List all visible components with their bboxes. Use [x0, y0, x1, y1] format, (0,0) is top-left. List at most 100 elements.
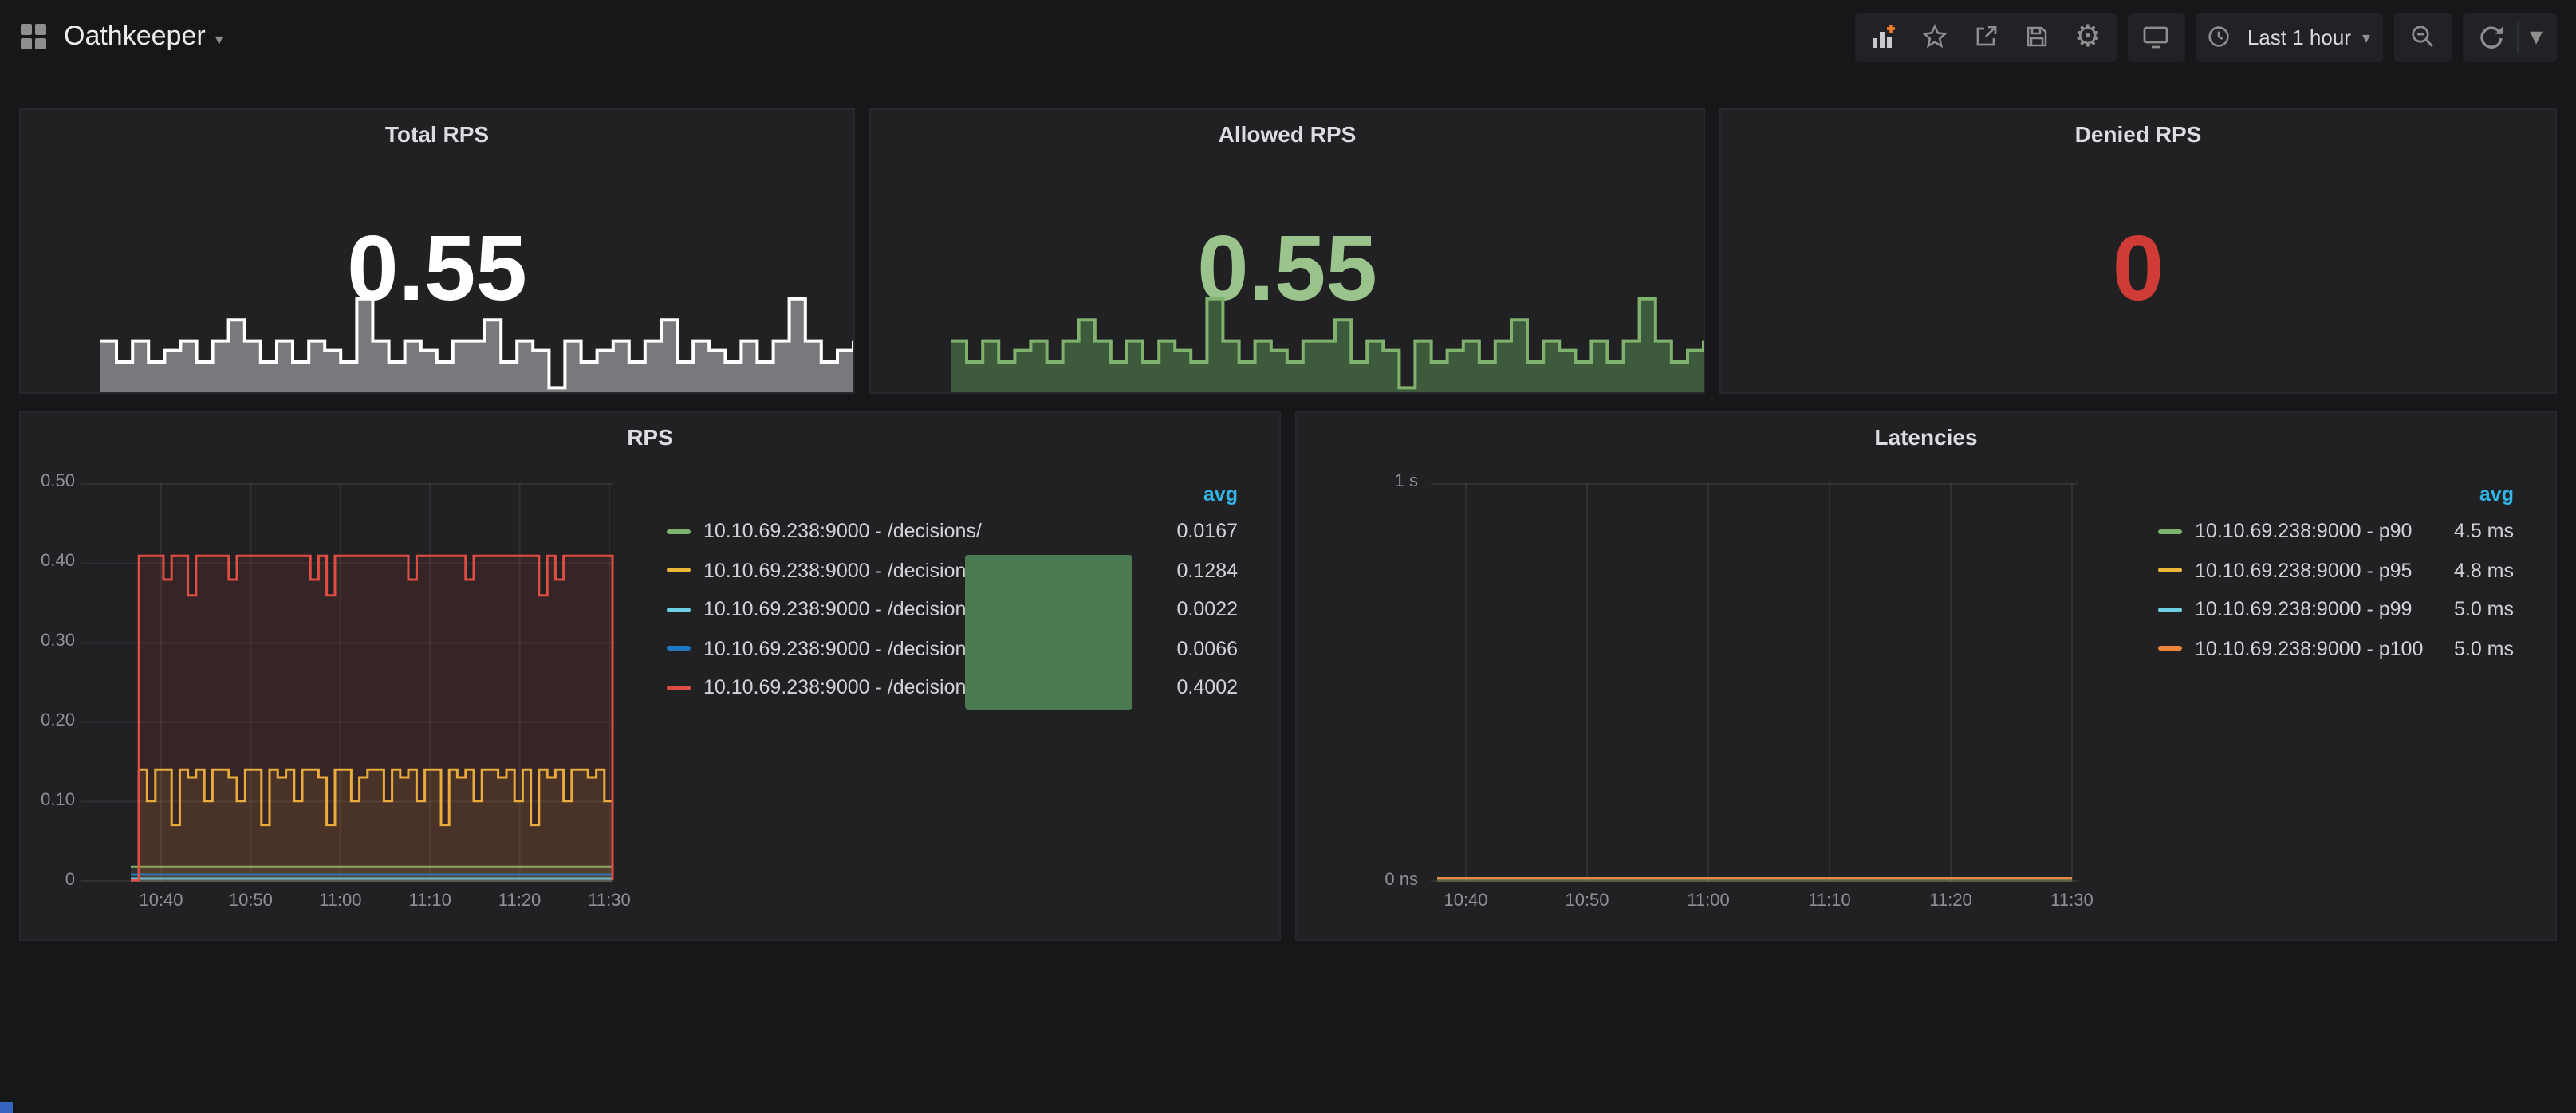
kiosk-mode-group	[2128, 12, 2185, 61]
legend-color-dash[interactable]	[2158, 529, 2182, 534]
panel-latencies: Latencies avg 10.10.69.238:9000 - p90 4.5…	[1295, 411, 2557, 941]
clock-icon	[2200, 12, 2238, 61]
add-panel-button[interactable]	[1858, 12, 1909, 61]
x-axis-label: 10:50	[211, 891, 290, 910]
time-range-label: Last 1 hour	[2247, 25, 2351, 49]
x-axis-label: 10:50	[1547, 891, 1627, 910]
stat-value: 0	[1721, 215, 2555, 322]
legend-avg-value: 4.5 ms	[2454, 521, 2514, 543]
legend-color-dash[interactable]	[2158, 647, 2182, 651]
y-axis-label: 1 s	[1297, 472, 1418, 491]
y-axis-label: 0.30	[21, 631, 75, 651]
legend-color-dash[interactable]	[667, 647, 691, 651]
apps-grid-icon[interactable]	[19, 22, 48, 51]
rps-legend: avg 10.10.69.238:9000 - /decisions/0.016…	[667, 477, 1238, 707]
latencies-graph-area[interactable]	[1431, 483, 2078, 882]
y-axis-label: 0	[21, 871, 75, 890]
panel-title[interactable]: Allowed RPS	[871, 110, 1704, 147]
x-axis-label: 10:40	[1426, 891, 1506, 910]
legend-series-name[interactable]: 10.10.69.238:9000 - /decisions/	[703, 638, 982, 660]
navbar-left: Oathkeeper ▾	[19, 21, 223, 53]
legend-series-name[interactable]: 10.10.69.238:9000 - p90	[2195, 521, 2412, 543]
legend-item[interactable]: 10.10.69.238:9000 - /decisions/0.0167	[667, 512, 1238, 551]
legend-series-name[interactable]: 10.10.69.238:9000 - /decisions/	[703, 599, 982, 621]
panel-title[interactable]: RPS	[21, 413, 1279, 450]
legend-item[interactable]: 10.10.69.238:9000 - /decisions/0.0066	[667, 629, 1238, 668]
legend-item[interactable]: 10.10.69.238:9000 - p99 5.0 ms	[2158, 590, 2514, 629]
legend-item[interactable]: 10.10.69.238:9000 - p95 4.8 ms	[2158, 551, 2514, 590]
x-axis-label: 11:00	[301, 891, 380, 910]
legend-color-dash[interactable]	[667, 529, 691, 534]
legend-avg-value: 0.1284	[1177, 560, 1238, 582]
legend-series-name[interactable]: 10.10.69.238:9000 - p100	[2195, 638, 2423, 660]
legend-avg-value: 4.8 ms	[2454, 560, 2514, 582]
tv-kiosk-icon[interactable]	[2131, 12, 2182, 61]
save-icon[interactable]	[2011, 12, 2062, 61]
y-axis-label: 0 ns	[1297, 871, 1418, 890]
legend-avg-value: 0.0022	[1177, 599, 1238, 621]
legend-color-dash[interactable]	[667, 568, 691, 573]
x-axis-label: 11:00	[1668, 891, 1748, 910]
legend-color-dash[interactable]	[2158, 568, 2182, 573]
legend-series-name[interactable]: 10.10.69.238:9000 - p99	[2195, 599, 2412, 621]
legend-item[interactable]: 10.10.69.238:9000 - /decisions/0.0022	[667, 590, 1238, 629]
legend-avg-header: avg	[2158, 477, 2514, 512]
x-axis-label: 11:30	[2032, 891, 2112, 910]
star-icon[interactable]	[1909, 12, 1960, 61]
gear-icon[interactable]: ⚙	[2062, 12, 2113, 61]
zoom-out-group	[2394, 12, 2452, 61]
x-axis-label: 10:40	[121, 891, 201, 910]
legend-avg-value: 0.0066	[1177, 638, 1238, 660]
legend-avg-value: 5.0 ms	[2454, 638, 2514, 660]
panel-denied-rps: Denied RPS 0	[1719, 108, 2557, 394]
legend-avg-value: 5.0 ms	[2454, 599, 2514, 621]
legend-hover-artifact	[965, 555, 1132, 710]
refresh-interval-caret-icon[interactable]: ▾	[2519, 12, 2554, 61]
legend-item[interactable]: 10.10.69.238:9000 - /decisions/0.4002	[667, 668, 1238, 707]
dashboard-title-caret-icon[interactable]: ▾	[215, 31, 223, 49]
latencies-legend: avg 10.10.69.238:9000 - p904.5 ms10.10.6…	[2158, 477, 2514, 668]
panel-title[interactable]: Total RPS	[21, 110, 853, 147]
x-axis-label: 11:20	[1911, 891, 1991, 910]
x-axis-label: 11:10	[390, 891, 470, 910]
refresh-icon[interactable]	[2466, 12, 2517, 61]
legend-avg-value: 0.4002	[1177, 677, 1238, 699]
share-icon[interactable]	[1960, 12, 2011, 61]
y-axis-label: 0.20	[21, 711, 75, 730]
total-rps-sparkline	[100, 293, 853, 392]
legend-item[interactable]: 10.10.69.238:9000 - p90 4.5 ms	[2158, 512, 2514, 551]
x-axis-label: 11:10	[1790, 891, 1869, 910]
y-axis-label: 0.10	[21, 791, 75, 810]
legend-color-dash[interactable]	[667, 686, 691, 690]
rps-graph-area[interactable]	[81, 483, 614, 882]
y-axis-label: 0.50	[21, 472, 75, 491]
time-picker-caret-icon: ▾	[2362, 30, 2370, 48]
navbar: Oathkeeper ▾ ⚙	[0, 0, 2576, 73]
legend-series-name[interactable]: 10.10.69.238:9000 - /decisions/	[703, 560, 982, 582]
legend-avg-value: 0.0167	[1177, 521, 1238, 543]
navbar-right: ⚙ Last 1 hour ▾	[1855, 12, 2557, 61]
panel-title[interactable]: Latencies	[1297, 413, 2555, 450]
legend-item[interactable]: 10.10.69.238:9000 - /decisions/0.1284	[667, 551, 1238, 590]
legend-series-name[interactable]: 10.10.69.238:9000 - /decisions/	[703, 521, 982, 543]
dashboard-actions-group: ⚙	[1855, 12, 2117, 61]
legend-series-name[interactable]: 10.10.69.238:9000 - /decisions/	[703, 677, 982, 699]
grafana-dashboard: Oathkeeper ▾ ⚙	[0, 0, 2576, 1113]
legend-item[interactable]: 10.10.69.238:9000 - p100 5.0 ms	[2158, 629, 2514, 668]
legend-color-dash[interactable]	[667, 608, 691, 612]
refresh-group: ▾	[2463, 12, 2557, 61]
panel-rps: RPS avg 10.10.69.238:9000 - /decisions/0…	[19, 411, 1281, 941]
x-axis-label: 11:30	[569, 891, 649, 910]
time-picker[interactable]: Last 1 hour ▾	[2196, 12, 2383, 61]
panel-title[interactable]: Denied RPS	[1721, 110, 2555, 147]
panel-allowed-rps: Allowed RPS 0.55	[869, 108, 1705, 394]
legend-series-name[interactable]: 10.10.69.238:9000 - p95	[2195, 560, 2412, 582]
allowed-rps-sparkline	[951, 293, 1704, 392]
bottom-edge-artifact	[0, 1102, 13, 1113]
y-axis-label: 0.40	[21, 552, 75, 571]
x-axis-label: 11:20	[480, 891, 560, 910]
dashboard-title[interactable]: Oathkeeper	[64, 21, 206, 53]
legend-color-dash[interactable]	[2158, 608, 2182, 612]
panel-total-rps: Total RPS 0.55	[19, 108, 855, 394]
zoom-out-icon[interactable]	[2397, 12, 2448, 61]
